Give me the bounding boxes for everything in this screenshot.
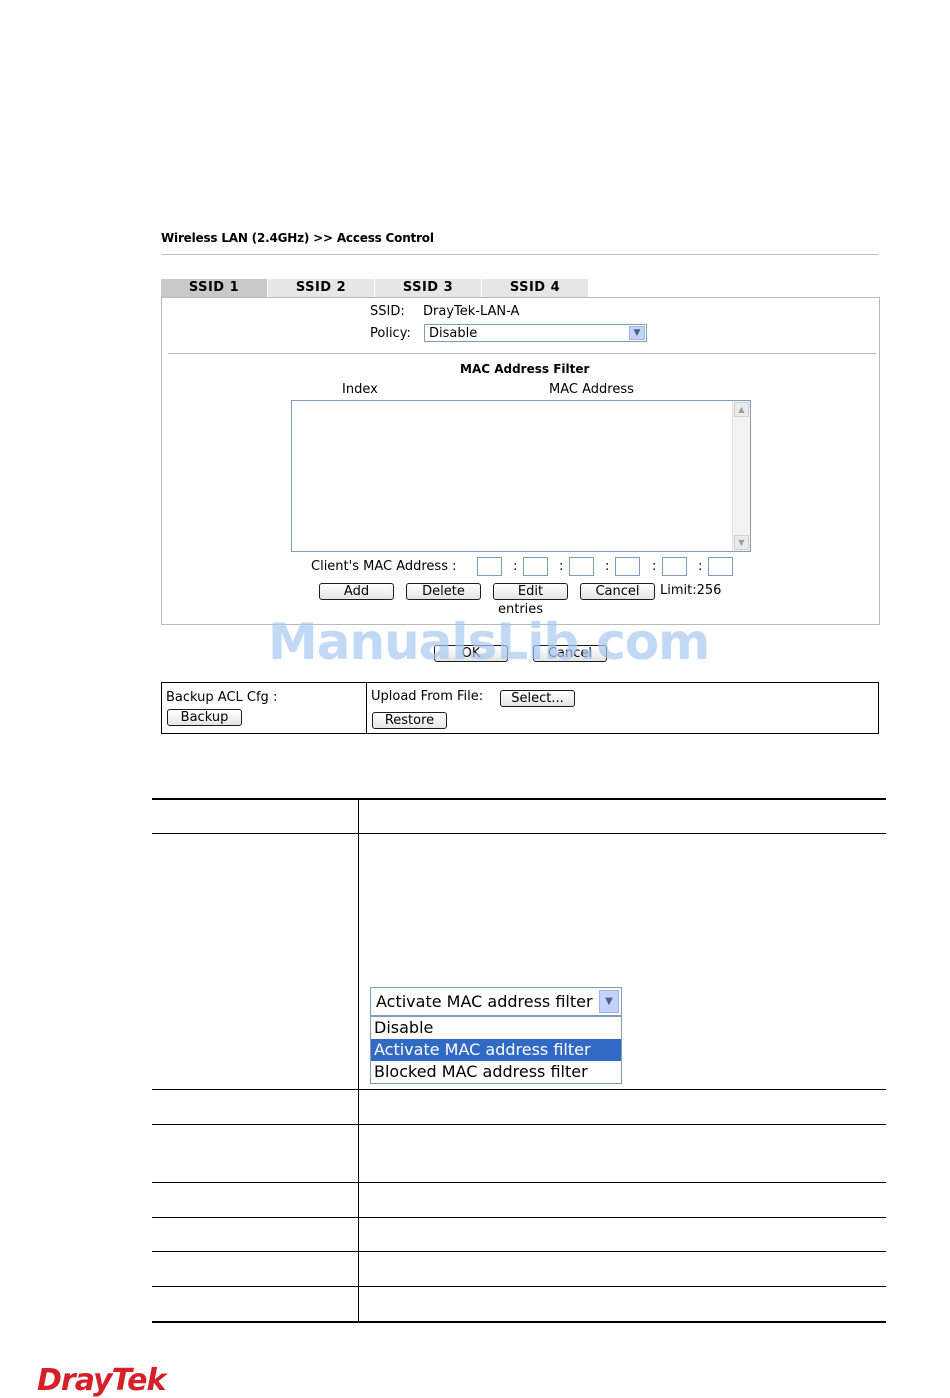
- mac-separator: :: [559, 559, 564, 574]
- policy-value: Disable: [429, 326, 478, 341]
- mac-octet-2[interactable]: [523, 557, 548, 576]
- panel-divider: [168, 353, 876, 354]
- mac-octet-5[interactable]: [662, 557, 687, 576]
- mac-separator: :: [698, 559, 703, 574]
- title-divider: [161, 254, 879, 255]
- draytek-logo: DrayTek: [37, 1363, 166, 1398]
- policy-dropdown-selected: Activate MAC address filter: [376, 992, 593, 1011]
- backup-table-divider: [366, 682, 367, 734]
- doc-table-row-rule: [152, 1251, 886, 1252]
- ssid-tabs: SSID 1 SSID 2 SSID 3 SSID 4: [161, 279, 591, 297]
- delete-button[interactable]: Delete: [406, 583, 481, 600]
- mac-address-list[interactable]: ▲ ▼: [291, 400, 751, 552]
- mac-separator: :: [513, 559, 518, 574]
- doc-table-column-divider: [358, 800, 359, 1321]
- policy-label: Policy:: [370, 326, 411, 341]
- limit-text: Limit:256: [660, 583, 722, 598]
- add-button[interactable]: Add: [319, 583, 394, 600]
- tab-ssid-1[interactable]: SSID 1: [161, 279, 268, 297]
- tab-ssid-2[interactable]: SSID 2: [268, 279, 375, 297]
- chevron-down-icon[interactable]: ▼: [629, 326, 645, 340]
- mac-octet-3[interactable]: [569, 557, 594, 576]
- option-blocked-mac-filter[interactable]: Blocked MAC address filter: [371, 1061, 621, 1083]
- doc-table-row-rule: [152, 1089, 886, 1090]
- watermark: ManualsLib.com: [268, 613, 710, 671]
- page-title: Wireless LAN (2.4GHz) >> Access Control: [161, 231, 434, 245]
- doc-table-row-rule: [152, 1124, 886, 1125]
- mac-filter-title: MAC Address Filter: [460, 362, 590, 376]
- mac-octet-6[interactable]: [708, 557, 733, 576]
- mac-octet-1[interactable]: [477, 557, 502, 576]
- upload-label: Upload From File:: [371, 689, 484, 704]
- doc-table-row-rule: [152, 833, 886, 834]
- restore-button[interactable]: Restore: [372, 712, 447, 729]
- ssid-label: SSID:: [370, 304, 405, 319]
- mac-column-header: MAC Address: [549, 382, 634, 397]
- option-activate-mac-filter[interactable]: Activate MAC address filter: [371, 1039, 621, 1061]
- chevron-down-icon[interactable]: ▼: [599, 990, 619, 1013]
- scroll-up-icon[interactable]: ▲: [734, 402, 749, 417]
- backup-button[interactable]: Backup: [167, 709, 242, 726]
- doc-table-row-rule: [152, 1217, 886, 1218]
- policy-dropdown-expanded[interactable]: Activate MAC address filter ▼: [370, 987, 622, 1016]
- list-scrollbar[interactable]: ▲ ▼: [732, 401, 750, 551]
- policy-select[interactable]: Disable ▼: [424, 324, 647, 342]
- mac-separator: :: [605, 559, 610, 574]
- backup-acl-label: Backup ACL Cfg :: [166, 690, 278, 705]
- ssid-value: DrayTek-LAN-A: [423, 304, 520, 319]
- tab-ssid-3[interactable]: SSID 3: [375, 279, 482, 297]
- edit-button[interactable]: Edit: [493, 583, 568, 600]
- doc-table-row-rule: [152, 1182, 886, 1183]
- doc-table-row-rule: [152, 1286, 886, 1287]
- select-file-button[interactable]: Select...: [500, 690, 575, 707]
- option-disable[interactable]: Disable: [371, 1017, 621, 1039]
- client-mac-label: Client's MAC Address :: [311, 559, 457, 574]
- mac-separator: :: [652, 559, 657, 574]
- mac-octet-4[interactable]: [615, 557, 640, 576]
- list-cancel-button[interactable]: Cancel: [580, 583, 655, 600]
- tab-ssid-4[interactable]: SSID 4: [482, 279, 589, 297]
- doc-table-top-rule: [152, 798, 886, 800]
- scroll-down-icon[interactable]: ▼: [734, 535, 749, 550]
- policy-dropdown-options: Disable Activate MAC address filter Bloc…: [370, 1016, 622, 1084]
- index-column-header: Index: [342, 382, 378, 397]
- doc-table-bottom-rule: [152, 1321, 886, 1323]
